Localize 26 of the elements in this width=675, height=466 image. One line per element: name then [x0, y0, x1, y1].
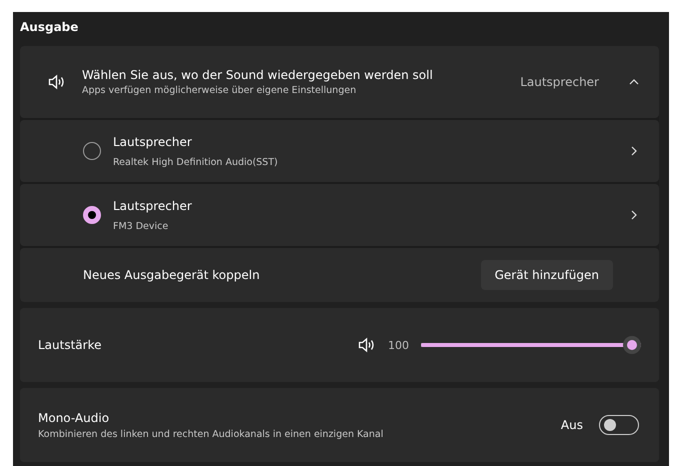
output-subtitle: Apps verfügen möglicherweise über eigene Einstellungen	[82, 85, 358, 96]
chevron-right-icon[interactable]	[629, 210, 639, 220]
device-row[interactable]: Lautsprecher FM3 Device	[20, 184, 659, 246]
device-detail: Realtek High Definition Audio(SST)	[113, 156, 279, 168]
chevron-right-icon[interactable]	[629, 146, 639, 156]
volume-reading: 100	[388, 338, 409, 352]
mono-subtitle: Kombinieren des linken und rechten Audiokanals in einen einzigen Kanal	[38, 428, 384, 440]
speaker-icon	[48, 74, 66, 90]
device-name: Lautsprecher	[113, 198, 193, 212]
current-device: Lautsprecher	[520, 75, 599, 89]
volume-label: Lautstärke	[38, 338, 102, 352]
toggle-state: Aus	[560, 418, 583, 432]
device-name: Lautsprecher	[113, 134, 193, 148]
pair-label: Neues Ausgabegerät koppeln	[83, 268, 261, 282]
add-device-button[interactable]: Gerät hinzufügen	[480, 260, 613, 290]
speaker-icon	[358, 337, 376, 353]
chevron-up-icon[interactable]	[629, 77, 639, 87]
output-title: Wählen Sie aus, wo der Sound wiedergegeben werden soll	[82, 68, 434, 82]
toggle-switch[interactable]	[599, 415, 639, 435]
device-detail: FM3 Device	[113, 220, 170, 232]
radio-button[interactable]	[83, 142, 101, 160]
section-title: Ausgabe	[20, 19, 80, 36]
mono-title: Mono-Audio	[38, 410, 110, 424]
device-row[interactable]: Lautsprecher Realtek High Definition Audio(SST)	[20, 120, 659, 182]
radio-button[interactable]	[83, 206, 101, 224]
slider-thumb[interactable]	[623, 336, 641, 354]
